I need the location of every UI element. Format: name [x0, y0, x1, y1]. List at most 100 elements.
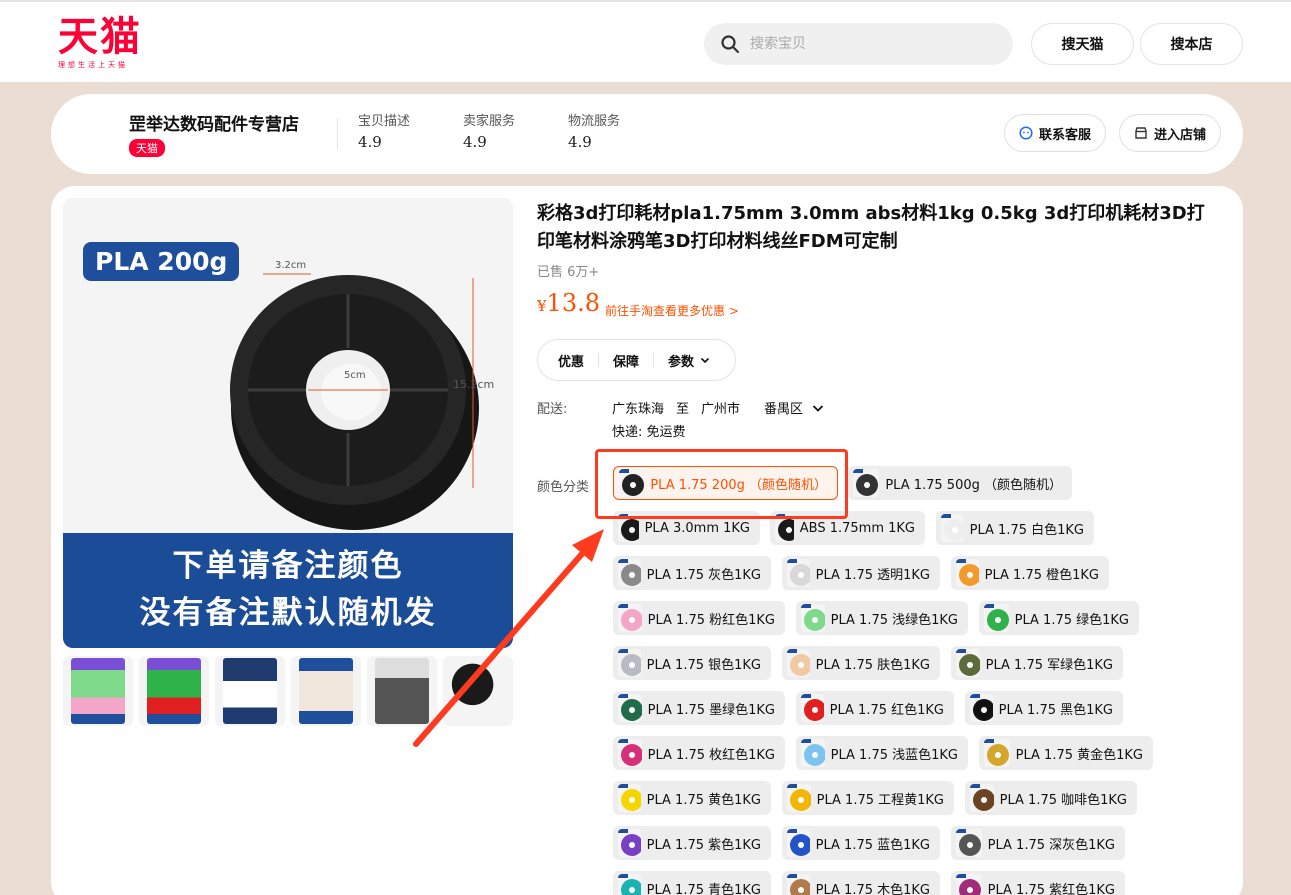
dim-hole-label: 5cm — [344, 370, 366, 381]
sku-option-label: PLA 1.75 工程黄1KG — [816, 792, 944, 808]
spool-thumbnail-icon — [956, 874, 982, 895]
price-symbol: ¥ — [537, 297, 547, 315]
sku-option[interactable]: PLA 1.75 绿色1KG — [979, 601, 1139, 635]
spool-thumbnail-icon — [984, 604, 1009, 632]
sku-option[interactable]: PLA 1.75 浅蓝色1KG — [796, 736, 968, 770]
price: ¥13.8 — [537, 289, 600, 317]
dim-width-label: 3.2cm — [275, 260, 306, 271]
thumbnail-image — [299, 658, 353, 724]
thumbnail-6[interactable] — [443, 656, 513, 726]
sku-option[interactable]: PLA 1.75 红色1KG — [796, 691, 954, 725]
top-header: 天猫 理想生活上天猫 搜天猫 搜本店 — [0, 0, 1291, 82]
sku-option-label: PLA 1.75 灰色1KG — [646, 567, 761, 583]
ship-to-word: 至 — [676, 402, 690, 417]
metric-logistics: 物流服务 4.9 — [568, 110, 620, 151]
sku-option[interactable]: PLA 1.75 紫色1KG — [613, 826, 771, 860]
metric-label: 卖家服务 — [463, 114, 516, 129]
thumbnail-image — [375, 658, 429, 724]
thumbnail-3[interactable] — [215, 656, 285, 726]
thumbnail-image — [71, 658, 125, 724]
promo-link[interactable]: 前往手淘查看更多优惠 > — [605, 302, 739, 319]
tmall-logo[interactable]: 天猫 理想生活上天猫 — [58, 16, 150, 72]
divider — [598, 353, 600, 367]
sku-option[interactable]: PLA 1.75 黑色1KG — [965, 691, 1123, 725]
search-tmall-button[interactable]: 搜天猫 — [1031, 23, 1134, 65]
thumbnail-4[interactable] — [291, 656, 361, 726]
sku-option[interactable]: PLA 1.75 深灰色1KG — [951, 826, 1125, 860]
metric-service: 卖家服务 4.9 — [463, 110, 515, 151]
sku-option[interactable]: PLA 1.75 肤色1KG — [782, 646, 940, 680]
ship-district: 番禺区 — [764, 402, 804, 417]
sku-option[interactable]: PLA 1.75 银色1KG — [613, 646, 771, 680]
sku-option-label: PLA 3.0mm 1KG — [644, 520, 750, 536]
sku-option[interactable]: PLA 1.75 工程黄1KG — [782, 781, 954, 815]
sku-option-label: PLA 1.75 咖啡色1KG — [999, 792, 1127, 808]
sku-option-label: PLA 1.75 军绿色1KG — [985, 657, 1113, 673]
chevron-down-icon[interactable] — [699, 354, 711, 366]
sku-option[interactable]: PLA 1.75 橙色1KG — [951, 556, 1109, 590]
tab-discount[interactable]: 优惠 — [558, 351, 584, 370]
spool-thumbnail-icon — [801, 739, 825, 767]
sku-option[interactable]: PLA 1.75 灰色1KG — [613, 556, 771, 590]
spool-thumbnail-icon — [618, 604, 642, 632]
sku-option-label: PLA 1.75 紫红色1KG — [987, 882, 1115, 895]
thumbnail-5[interactable] — [367, 656, 437, 726]
chat-icon — [1019, 126, 1033, 140]
sku-option-label: PLA 1.75 肤色1KG — [815, 657, 930, 673]
spool-thumbnail-icon — [618, 559, 641, 587]
sku-option[interactable]: PLA 1.75 黄金色1KG — [979, 736, 1153, 770]
sku-option[interactable]: PLA 1.75 粉红色1KG — [613, 601, 785, 635]
contact-service-label: 联系客服 — [1039, 127, 1092, 143]
tab-guarantee[interactable]: 保障 — [613, 351, 639, 370]
enter-store-button[interactable]: 进入店铺 — [1119, 114, 1222, 152]
search-box[interactable] — [704, 23, 1013, 65]
main-product-image[interactable]: PLA 200g 3.2cm 15.2cm 5cm 下单请备注颜色 没有备注默认… — [63, 198, 513, 648]
sku-option[interactable]: PLA 1.75 咖啡色1KG — [965, 781, 1137, 815]
search-store-button[interactable]: 搜本店 — [1140, 23, 1243, 65]
shop-name[interactable]: 罡举达数码配件专营店 — [129, 110, 299, 135]
sku-option-label: PLA 1.75 黄金色1KG — [1015, 747, 1143, 763]
sku-option[interactable]: PLA 1.75 蓝色1KG — [782, 826, 940, 860]
sku-option-label: PLA 1.75 白色1KG — [969, 522, 1084, 538]
shop-info-bar: 罡举达数码配件专营店 天猫 宝贝描述 4.9 卖家服务 4.9 物流服务 4.9… — [51, 94, 1243, 174]
logo-text: 天猫 — [58, 13, 142, 60]
spool-thumbnail-icon — [801, 694, 824, 722]
sku-option-label: PLA 1.75 黑色1KG — [998, 702, 1113, 718]
metric-value: 4.9 — [568, 133, 592, 151]
sku-option-label: PLA 1.75 紫色1KG — [646, 837, 761, 853]
sku-option[interactable]: PLA 1.75 黄色1KG — [613, 781, 771, 815]
sku-option[interactable]: PLA 1.75 枚红色1KG — [613, 736, 785, 770]
sku-option[interactable]: PLA 1.75 浅绿色1KG — [796, 601, 968, 635]
tab-params[interactable]: 参数 — [668, 351, 694, 370]
sku-option-label: PLA 1.75 黄色1KG — [646, 792, 761, 808]
shipping-note: 快递: 免运费 — [612, 425, 686, 440]
spool-thumbnail-icon — [984, 739, 1010, 767]
shipping-location[interactable]: 广东珠海 至 广州市 番禺区 — [612, 398, 825, 417]
image-top-area: PLA 200g 3.2cm 15.2cm 5cm — [63, 198, 513, 533]
thumbnail-1[interactable] — [63, 656, 133, 726]
spool-thumbnail-icon — [787, 874, 810, 895]
search-input[interactable] — [750, 23, 1000, 65]
sku-option[interactable]: PLA 1.75 白色1KG — [936, 511, 1094, 545]
sku-option-label: PLA 1.75 绿色1KG — [1014, 612, 1129, 628]
spool-thumbnail-icon — [787, 784, 811, 812]
sku-option[interactable]: PLA 1.75 透明1KG — [782, 556, 940, 590]
sku-option-label: PLA 1.75 500g （颜色随机） — [885, 477, 1062, 493]
sku-option[interactable]: PLA 1.75 500g （颜色随机） — [848, 466, 1072, 500]
ship-city: 广州市 — [701, 402, 741, 417]
logo-slogan: 理想生活上天猫 — [58, 61, 128, 69]
sku-option[interactable]: PLA 1.75 墨绿色1KG — [613, 691, 785, 725]
sku-option[interactable]: PLA 1.75 军绿色1KG — [951, 646, 1123, 680]
sku-option-label: PLA 1.75 红色1KG — [829, 702, 944, 718]
contact-service-button[interactable]: 联系客服 — [1004, 114, 1107, 152]
spool-thumbnail-icon — [787, 829, 810, 857]
info-tabs: 优惠 保障 参数 — [537, 339, 736, 381]
sku-option[interactable]: PLA 1.75 青色1KG — [613, 871, 771, 895]
thumbnail-2[interactable] — [139, 656, 209, 726]
sku-option[interactable]: PLA 1.75 木色1KG — [782, 871, 940, 895]
sku-option[interactable]: PLA 1.75 紫红色1KG — [951, 871, 1125, 895]
enter-store-label: 进入店铺 — [1154, 127, 1207, 143]
spool-thumbnail-icon — [801, 604, 825, 632]
annotation-box — [595, 449, 848, 519]
metric-label: 物流服务 — [568, 114, 621, 129]
